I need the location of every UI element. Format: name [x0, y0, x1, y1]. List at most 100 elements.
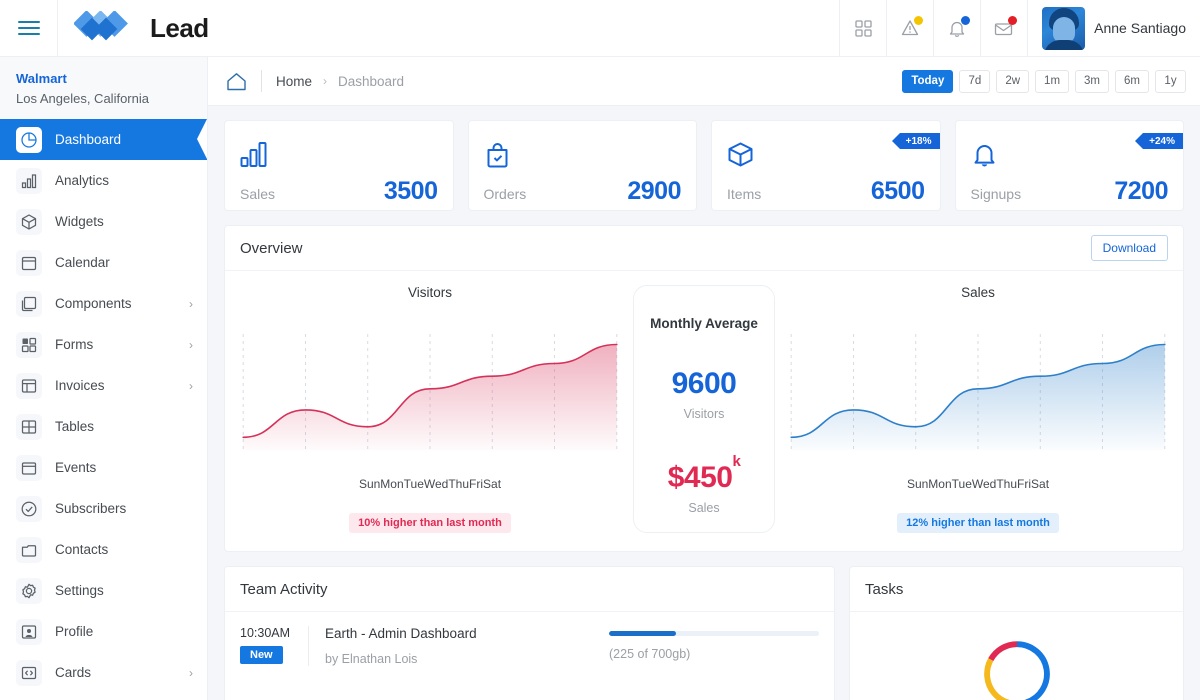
- activity-progress-col: (225 of 700gb): [609, 631, 819, 661]
- lead-diamond-logo-icon: [73, 10, 140, 45]
- sidebar-item-label: Analytics: [55, 173, 110, 188]
- activity-time: 10:30AM: [240, 626, 291, 640]
- sidebar-item-analytics[interactable]: Analytics: [0, 160, 207, 201]
- bar-chart-icon: [21, 173, 37, 188]
- range-button-3m[interactable]: 3m: [1075, 69, 1110, 93]
- activity-title[interactable]: Earth - Admin Dashboard: [325, 626, 609, 641]
- team-activity-panel: Team Activity 10:30AM New Earth - Admin Da…: [224, 566, 835, 700]
- tasks-donut-chart[interactable]: [942, 634, 1092, 700]
- sidebar-item-profile[interactable]: Profile: [0, 611, 207, 652]
- sidebar-item-label: Tables: [55, 419, 95, 434]
- sidebar-item-contacts[interactable]: Contacts: [0, 529, 207, 570]
- sidebar-item-tables[interactable]: Tables: [0, 406, 207, 447]
- x-tick-label: Wed: [971, 477, 997, 491]
- sidebar-item-widgets[interactable]: Widgets: [0, 201, 207, 242]
- home-icon[interactable]: [226, 72, 247, 91]
- menu-toggle-button[interactable]: [0, 0, 58, 57]
- range-button-1y[interactable]: 1y: [1155, 69, 1186, 93]
- avatar: [1042, 6, 1086, 50]
- activity-main: Earth - Admin Dashboard by Elnathan Lois: [325, 626, 609, 666]
- stat-card-signups[interactable]: +24% Signups 7200: [954, 120, 1184, 211]
- stat-label: Signups: [970, 186, 1022, 202]
- notifications-button[interactable]: [933, 0, 980, 57]
- bag-check-icon: [484, 134, 682, 168]
- bar-chart-icon: [240, 134, 438, 168]
- layout-icon: [21, 378, 37, 393]
- x-tick-label: Sat: [1031, 477, 1050, 491]
- x-tick-label: Tue: [951, 477, 972, 491]
- chevron-right-icon: ›: [189, 665, 193, 680]
- sidebar-item-label: Profile: [55, 624, 94, 639]
- overview-title: Overview: [240, 239, 303, 257]
- visitors-note-badge: 10% higher than last month: [349, 513, 511, 533]
- sales-note-badge: 12% higher than last month: [897, 513, 1059, 533]
- range-button-today[interactable]: Today: [902, 69, 954, 93]
- sidebar-item-events[interactable]: Events: [0, 447, 207, 488]
- visitors-chart[interactable]: [235, 326, 625, 471]
- sidebar-item-label: Invoices: [55, 378, 105, 393]
- sidebar-item-settings[interactable]: Settings: [0, 570, 207, 611]
- sidebar-item-label: Components: [55, 296, 132, 311]
- brand-logo[interactable]: Lead: [58, 10, 209, 45]
- sidebar-item-label: Widgets: [55, 214, 104, 229]
- sidebar-item-label: Dashboard: [55, 132, 122, 147]
- breadcrumb-bar: Home › Dashboard Today 7d 2w 1m 3m 6m 1y: [208, 57, 1200, 106]
- range-button-1m[interactable]: 1m: [1035, 69, 1070, 93]
- donut-segment: [983, 658, 1026, 700]
- stat-label: Items: [727, 186, 762, 202]
- code-card-icon-wrap: [16, 659, 42, 686]
- sales-chart[interactable]: [783, 326, 1173, 471]
- bottom-row: Team Activity 10:30AM New Earth - Admin Da…: [224, 566, 1184, 700]
- monthly-average-sales-label: Sales: [688, 501, 720, 515]
- sidebar-item-forms[interactable]: Forms ›: [0, 324, 207, 365]
- sidebar-item-cards[interactable]: Cards ›: [0, 652, 207, 693]
- tasks-panel: Tasks: [849, 566, 1184, 700]
- grid-apps-icon: [854, 19, 872, 37]
- main-content: Home › Dashboard Today 7d 2w 1m 3m 6m 1y Sales…: [208, 57, 1200, 700]
- alerts-button[interactable]: [886, 0, 933, 57]
- range-button-2w[interactable]: 2w: [996, 69, 1030, 93]
- code-card-icon: [21, 666, 37, 679]
- sidebar-nav: Dashboard Analytics Widgets Calendar Compone…: [0, 119, 207, 693]
- range-button-7d[interactable]: 7d: [959, 69, 991, 93]
- user-menu[interactable]: Anne Santiago: [1027, 0, 1200, 57]
- sidebar-item-label: Events: [55, 460, 97, 475]
- x-tick-label: Sat: [483, 477, 502, 491]
- sidebar-item-label: Contacts: [55, 542, 109, 557]
- cube-icon-wrap: [16, 208, 42, 235]
- org-location: Los Angeles, California: [16, 91, 149, 106]
- events-icon: [21, 461, 37, 475]
- pie-chart-icon: [21, 131, 37, 148]
- visitors-x-axis: Sun Mon Tue Wed Thu Fri Sat: [353, 477, 507, 491]
- sales-x-axis: Sun Mon Tue Wed Thu Fri Sat: [901, 477, 1055, 491]
- user-card-icon-wrap: [16, 618, 42, 645]
- x-tick-label: Mon: [380, 477, 404, 491]
- download-button[interactable]: Download: [1090, 235, 1168, 261]
- team-activity-title: Team Activity: [240, 580, 328, 598]
- overview-body: Visitors Sun Mon Tue Wed Thu Fri Sat 10% highe…: [225, 271, 1183, 551]
- alerts-badge-dot: [914, 15, 924, 25]
- sidebar-item-invoices[interactable]: Invoices ›: [0, 365, 207, 406]
- stat-card-items[interactable]: +18% Items 6500: [711, 120, 941, 211]
- stat-card-orders[interactable]: Orders 2900: [467, 120, 697, 211]
- overview-panel: Overview Download Visitors Sun Mon Tue Wed T…: [224, 225, 1184, 552]
- sidebar-item-calendar[interactable]: Calendar: [0, 242, 207, 283]
- sidebar-item-dashboard[interactable]: Dashboard: [0, 119, 207, 160]
- apps-button[interactable]: [839, 0, 886, 57]
- breadcrumb-home[interactable]: Home: [276, 74, 312, 89]
- sidebar-item-subscribers[interactable]: Subscribers: [0, 488, 207, 529]
- stat-card-sales[interactable]: Sales 3500: [224, 120, 454, 211]
- x-tick-label: Tue: [403, 477, 424, 491]
- dashboard-page: Lead Anne Santiago Walmart Los Angeles, …: [0, 0, 1200, 700]
- activity-row[interactable]: 10:30AM New Earth - Admin Dashboard by Elna…: [225, 612, 834, 680]
- sidebar-item-components[interactable]: Components ›: [0, 283, 207, 324]
- sidebar-item-label: Forms: [55, 337, 94, 352]
- messages-button[interactable]: [980, 0, 1027, 57]
- stat-cards: Sales 3500 Orders 2900 +18% Items 6500 +24% Sign…: [224, 120, 1184, 211]
- range-button-6m[interactable]: 6m: [1115, 69, 1149, 93]
- monthly-average-sales-value: $450k: [667, 452, 741, 495]
- chevron-right-icon: ›: [189, 337, 193, 352]
- hamburger-icon: [17, 21, 40, 35]
- cube-icon: [21, 213, 37, 230]
- monthly-average-title: Monthly Average: [650, 316, 758, 331]
